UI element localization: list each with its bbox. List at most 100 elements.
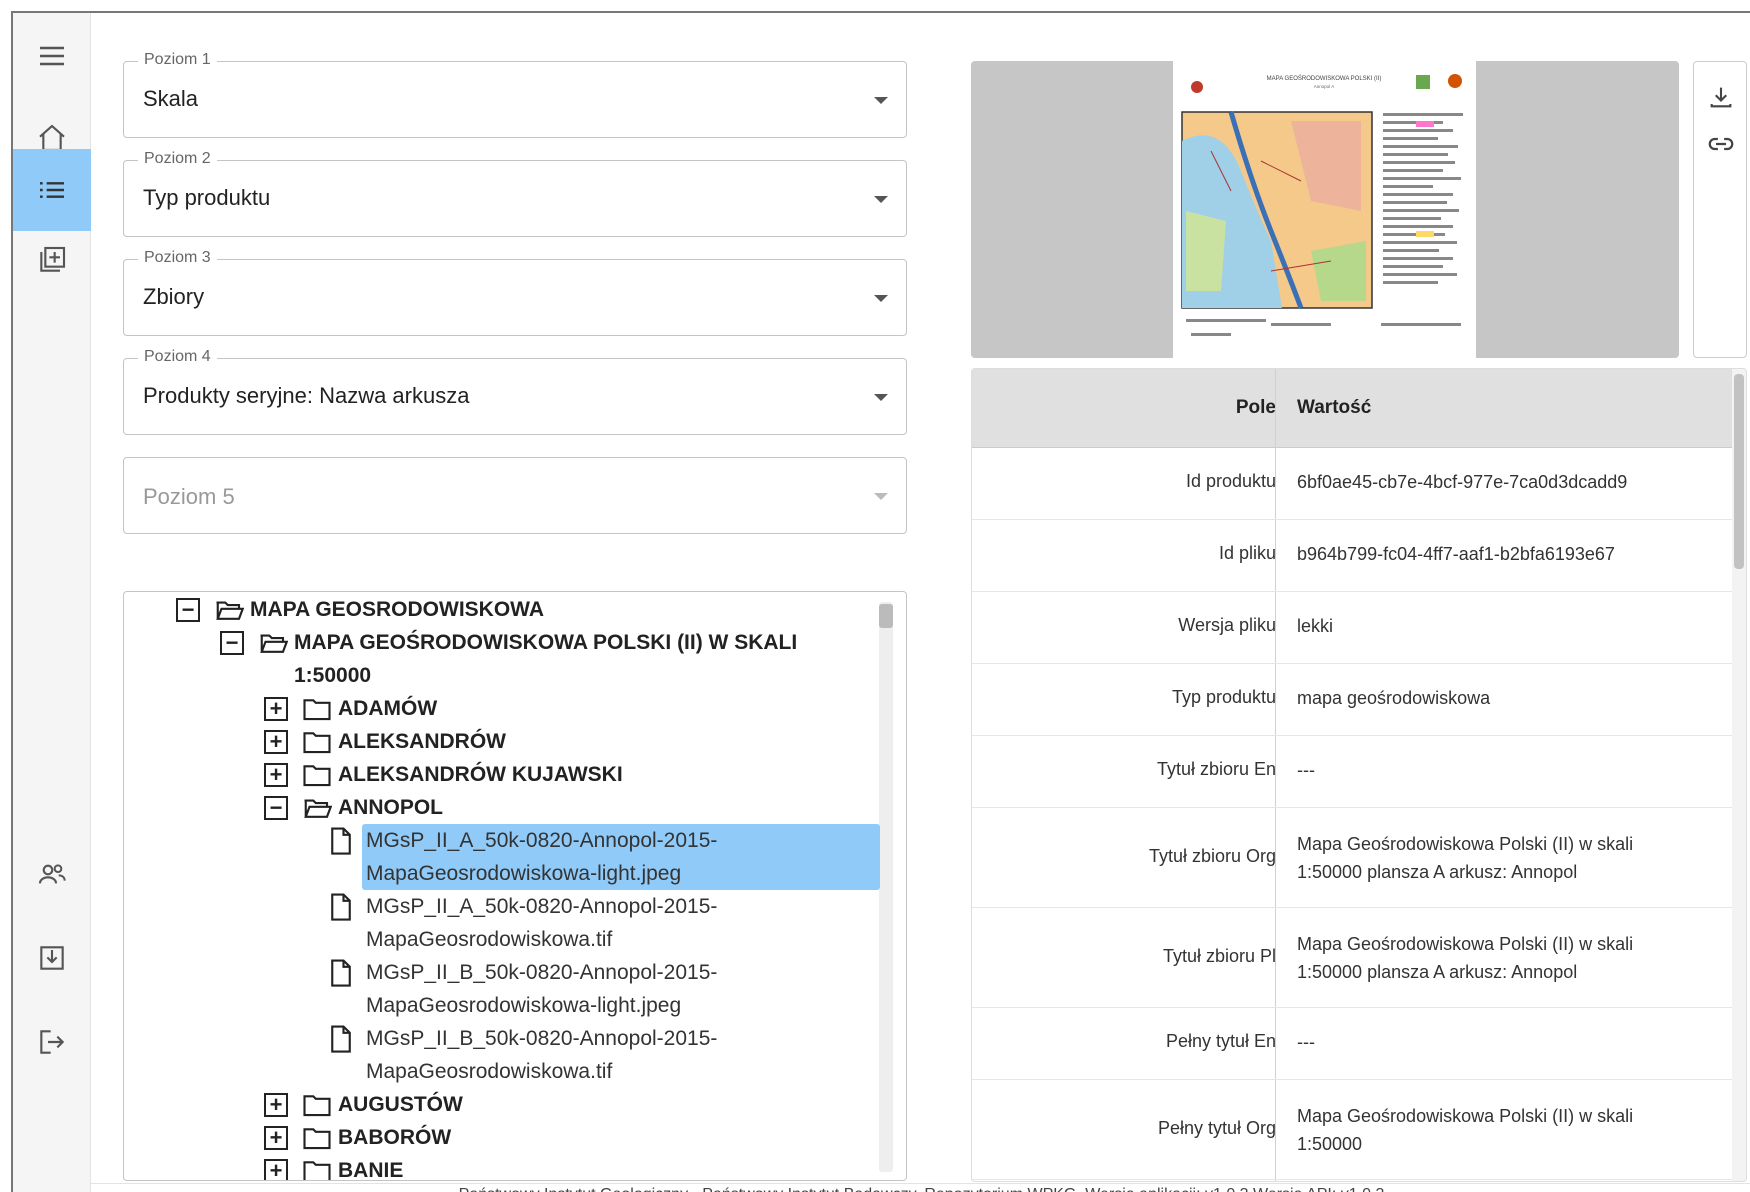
sidebar-item-users[interactable]: [13, 833, 91, 915]
header-field: Pole: [1235, 397, 1276, 418]
map-thumbnail: MAPA GEOŚRODOWISKOWA POLSKI (II) Annopol…: [1173, 61, 1476, 358]
tree-node[interactable]: + ALEKSANDRÓW: [264, 725, 506, 758]
tree-file[interactable]: MGsP_II_B_50k-0820-Annopol-2015- MapaGeo…: [326, 956, 717, 1022]
list-icon: [40, 182, 64, 198]
tree-node[interactable]: + ADAMÓW: [264, 692, 437, 725]
level-5-placeholder: Poziom 5: [143, 484, 235, 509]
table-scrollbar-thumb[interactable]: [1734, 374, 1744, 569]
expand-icon[interactable]: +: [264, 1159, 288, 1180]
file-name-line2: MapaGeosrodowiskowa.tif: [366, 928, 613, 951]
file-name-line1: MGsP_II_A_50k-0820-Annopol-2015-: [366, 895, 718, 918]
tree-node[interactable]: − MAPA GEOSRODOWISKOWA: [176, 593, 544, 626]
tree-node[interactable]: + BANIE: [264, 1154, 404, 1181]
metadata-table: Pole Wartość Id produktu 6bf0ae45-cb7e-4…: [971, 368, 1747, 1182]
expand-icon[interactable]: +: [264, 1126, 288, 1150]
download-button[interactable]: [1704, 80, 1738, 114]
folder-icon: [303, 765, 331, 787]
tree-node-label-line2: 1:50000: [294, 664, 372, 687]
tree-scrollbar-thumb[interactable]: [879, 604, 893, 628]
row-value: Mapa Geośrodowiskowa Polski (II) w skali…: [1297, 934, 1634, 982]
chevron-down-icon: [874, 295, 888, 302]
table-row: Pełny tytuł En ---: [972, 1008, 1746, 1080]
file-name-line2: MapaGeosrodowiskowa-light.jpeg: [366, 862, 682, 885]
level-5-select[interactable]: Poziom 5: [123, 457, 907, 534]
level-3-select[interactable]: Poziom 3 Zbiory: [123, 249, 907, 336]
table-row: Tytuł zbioru En ---: [972, 736, 1746, 808]
table-row: Id produktu 6bf0ae45-cb7e-4bcf-977e-7ca0…: [972, 448, 1746, 520]
row-value: mapa geośrodowiskowa: [1297, 688, 1491, 708]
file-icon: [331, 893, 351, 921]
map-preview[interactable]: MAPA GEOŚRODOWISKOWA POLSKI (II) Annopol…: [971, 61, 1679, 358]
header-value: Wartość: [1297, 397, 1372, 418]
row-value: 6bf0ae45-cb7e-4bcf-977e-7ca0d3dcadd9: [1297, 472, 1628, 492]
tree-file-label: MGsP_II_A_50k-0820-Annopol-2015- MapaGeo…: [362, 890, 717, 956]
tree-file[interactable]: MGsP_II_B_50k-0820-Annopol-2015- MapaGeo…: [326, 1022, 717, 1088]
copy-link-button[interactable]: [1704, 127, 1738, 161]
level-4-select[interactable]: Poziom 4 Produkty seryjne: Nazwa arkusza: [123, 348, 907, 435]
menu-button[interactable]: [13, 15, 91, 97]
row-key: Tytuł zbioru Pl: [1162, 946, 1276, 966]
sidebar-item-logout[interactable]: [13, 1001, 91, 1083]
row-key: Typ produktu: [1171, 687, 1276, 707]
folder-open-icon: [304, 799, 332, 818]
tree-node[interactable]: − ANNOPOL: [264, 791, 443, 824]
tree-node[interactable]: − MAPA GEOŚRODOWISKOWA POLSKI (II) W SKA…: [220, 626, 797, 692]
menu-icon: [40, 46, 64, 66]
tree-node-label: AUGUSTÓW: [338, 1093, 463, 1116]
tree-node[interactable]: + AUGUSTÓW: [264, 1088, 463, 1121]
link-icon: [1708, 137, 1734, 151]
collapse-icon[interactable]: −: [176, 598, 200, 622]
footer-text: Państwowy Instytut Geologiczny - Państwo…: [91, 1183, 1750, 1192]
row-value: Mapa Geośrodowiskowa Polski (II) w skali…: [1297, 1106, 1634, 1154]
map-subtitle-text: Annopol A: [1314, 84, 1335, 89]
expand-icon[interactable]: +: [264, 697, 288, 721]
tree-node[interactable]: + BABORÓW: [264, 1121, 451, 1154]
tree-node-label: BABORÓW: [338, 1126, 452, 1149]
folder-open-icon: [216, 601, 244, 620]
level-1-select[interactable]: Poziom 1 Skala: [123, 51, 907, 138]
level-1-label: Poziom 1: [138, 51, 217, 69]
row-value: Mapa Geośrodowiskowa Polski (II) w skali…: [1297, 834, 1634, 882]
logout-icon: [40, 1030, 65, 1054]
row-key: Pełny tytuł Org: [1157, 1118, 1276, 1138]
download-box-icon: [40, 946, 64, 970]
collapse-icon[interactable]: −: [264, 796, 288, 820]
tree-file[interactable]: MGsP_II_A_50k-0820-Annopol-2015- MapaGeo…: [326, 890, 717, 956]
tree-node[interactable]: + ALEKSANDRÓW KUJAWSKI: [264, 758, 623, 791]
sidebar: [13, 13, 91, 1192]
tree-node-label: ANNOPOL: [338, 796, 443, 819]
file-icon: [331, 1025, 351, 1053]
level-3-label: Poziom 3: [138, 249, 217, 267]
tree-node-label: ALEKSANDRÓW KUJAWSKI: [338, 763, 623, 786]
row-value: ---: [1297, 760, 1315, 780]
file-name-line1: MGsP_II_A_50k-0820-Annopol-2015-: [366, 829, 718, 852]
level-4-value: Produkty seryjne: Nazwa arkusza: [143, 383, 470, 408]
folder-icon: [303, 1095, 331, 1117]
tree-scrollbar[interactable]: [879, 602, 893, 1172]
sidebar-item-import[interactable]: [13, 917, 91, 999]
expand-icon[interactable]: +: [264, 1093, 288, 1117]
tree-node-label: BANIE: [338, 1159, 404, 1181]
file-name-line1: MGsP_II_B_50k-0820-Annopol-2015-: [366, 1027, 718, 1050]
sidebar-item-add-collection[interactable]: [13, 219, 91, 301]
app-window: Poziom 1 Skala Poziom 2 Typ produktu Poz…: [11, 11, 1750, 1192]
users-icon: [38, 864, 66, 884]
table-header: Pole Wartość: [972, 369, 1746, 448]
collapse-icon[interactable]: −: [220, 631, 244, 655]
row-key: Tytuł zbioru En: [1156, 759, 1276, 779]
folder-open-icon: [260, 634, 288, 653]
tree-file-label: MGsP_II_A_50k-0820-Annopol-2015- MapaGeo…: [362, 824, 880, 890]
map-title-text: MAPA GEOŚRODOWISKOWA POLSKI (II): [1267, 74, 1382, 82]
expand-icon[interactable]: +: [264, 763, 288, 787]
expand-icon[interactable]: +: [264, 730, 288, 754]
tree-file-selected[interactable]: MGsP_II_A_50k-0820-Annopol-2015- MapaGeo…: [326, 824, 880, 890]
chevron-down-icon: [874, 97, 888, 104]
row-key: Wersja pliku: [1178, 615, 1276, 635]
chevron-down-icon: [874, 394, 888, 401]
level-2-select[interactable]: Poziom 2 Typ produktu: [123, 150, 907, 237]
product-tree[interactable]: − MAPA GEOSRODOWISKOWA − MAPA GEOŚRODOWI…: [123, 591, 907, 1181]
chevron-down-icon: [874, 196, 888, 203]
level-2-value: Typ produktu: [143, 185, 271, 210]
tree-node-label-line1: MAPA GEOŚRODOWISKOWA POLSKI (II) W SKALI: [294, 631, 798, 654]
level-2-label: Poziom 2: [138, 150, 217, 168]
